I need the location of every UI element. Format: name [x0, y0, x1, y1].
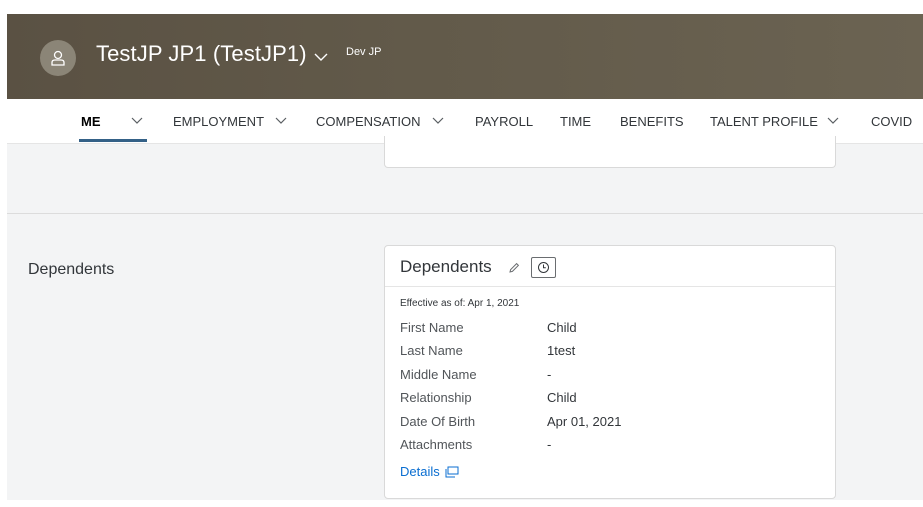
nav-item-label: PAYROLL: [475, 113, 534, 129]
field-value-first-name: Child: [547, 320, 577, 335]
history-button[interactable]: [531, 257, 556, 278]
profile-name[interactable]: TestJP JP1 (TestJP1): [96, 41, 307, 67]
field-value-last-name: 1test: [547, 343, 576, 358]
nav-item-employment[interactable]: EMPLOYMENT: [173, 99, 264, 143]
field-label-date-of-birth: Date Of Birth: [400, 414, 476, 429]
field-label-relationship: Relationship: [400, 390, 472, 405]
field-value-middle-name: -: [547, 367, 552, 382]
nav-item-label: ME: [81, 113, 101, 129]
avatar[interactable]: [40, 40, 76, 76]
instance-label: Dev JP: [346, 46, 382, 58]
details-link-label: Details: [400, 464, 440, 479]
popup-icon: [445, 466, 459, 477]
app-frame: TestJP JP1 (TestJP1) Dev JP ME EMPLOYMEN…: [7, 14, 923, 500]
chevron-down-icon[interactable]: [314, 52, 328, 62]
field-label-last-name: Last Name: [400, 343, 463, 358]
field-label-middle-name: Middle Name: [400, 367, 477, 382]
nav-item-me[interactable]: ME: [81, 99, 101, 143]
previous-section-card: [384, 136, 836, 168]
section-divider: [7, 213, 923, 214]
section-title: Dependents: [28, 261, 115, 278]
field-label-first-name: First Name: [400, 320, 464, 335]
field-value-attachments: -: [547, 437, 552, 452]
nav-item-label: BENEFITS: [620, 113, 684, 129]
active-tab-indicator: [79, 139, 147, 142]
nav-item-label: COVID: [871, 113, 913, 129]
field-label-attachments: Attachments: [400, 437, 473, 452]
nav-item-covid[interactable]: COVID: [871, 99, 912, 143]
clock-icon: [538, 262, 549, 273]
chevron-down-icon[interactable]: [131, 117, 143, 125]
card-header: Dependents: [385, 246, 835, 287]
main-content: Dependents Dependents Effective as of: A…: [7, 136, 923, 500]
card-title: Dependents: [400, 257, 492, 276]
nav-item-label: TALENT PROFILE: [710, 113, 818, 129]
dependents-card: Dependents Effective as of: Apr 1, 2021 …: [384, 245, 836, 499]
chevron-down-icon[interactable]: [275, 117, 287, 125]
chevron-down-icon[interactable]: [827, 117, 839, 125]
details-link[interactable]: Details: [400, 464, 459, 479]
chevron-down-icon[interactable]: [432, 117, 444, 125]
field-value-relationship: Child: [547, 390, 577, 405]
profile-header: TestJP JP1 (TestJP1) Dev JP: [7, 14, 923, 99]
pencil-icon[interactable]: [508, 262, 520, 274]
nav-item-label: TIME: [560, 113, 592, 129]
nav-item-label: EMPLOYMENT: [173, 113, 265, 129]
effective-date: Effective as of: Apr 1, 2021: [400, 298, 520, 309]
nav-item-label: COMPENSATION: [316, 113, 421, 129]
field-value-date-of-birth: Apr 01, 2021: [547, 414, 622, 429]
person-icon: [51, 50, 65, 66]
